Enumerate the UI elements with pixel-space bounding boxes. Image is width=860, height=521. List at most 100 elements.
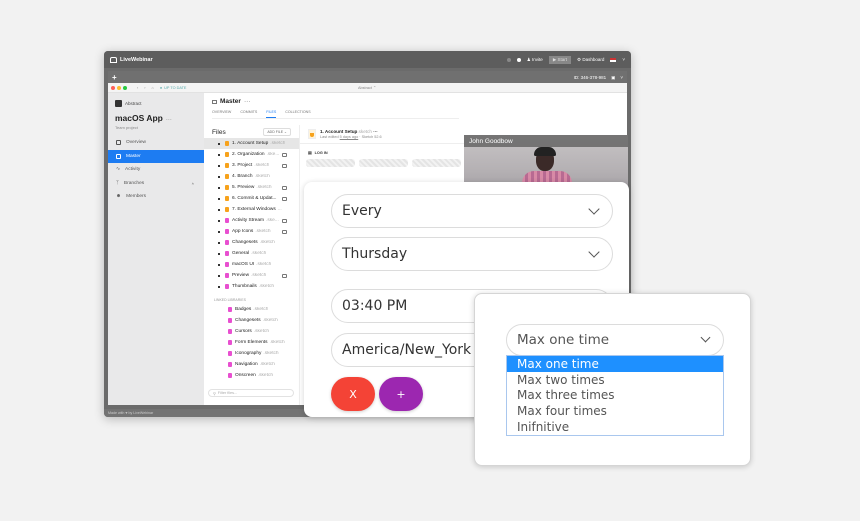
tab-files[interactable]: FILES — [266, 110, 277, 118]
comment-icon[interactable] — [282, 218, 287, 223]
livewebinar-logo: LiveWebinar — [110, 56, 153, 63]
file-list-item[interactable]: Preview .sketch — [204, 270, 299, 281]
forward-icon[interactable]: › — [144, 86, 145, 90]
file-list-item[interactable]: 5. Preview .sketch — [204, 182, 299, 193]
comment-icon[interactable] — [282, 152, 287, 157]
start-button[interactable]: ▶ Start — [548, 55, 572, 64]
file-list-item[interactable]: 7. External Windows... — [204, 204, 299, 215]
file-ext: .sketch — [258, 284, 274, 289]
file-list-item[interactable]: 3. Project .sketch — [204, 160, 299, 171]
file-list-item[interactable]: App Icons .sketch — [204, 226, 299, 237]
comment-icon[interactable] — [282, 273, 287, 278]
expand-icon[interactable] — [218, 142, 220, 145]
linked-library-item[interactable]: Navigation .sketch — [204, 359, 299, 370]
add-schedule-button[interactable]: + — [379, 377, 423, 411]
comment-icon[interactable] — [282, 185, 287, 190]
linked-library-item[interactable]: Form Elements .sketch — [204, 337, 299, 348]
linked-library-item[interactable]: Changesets .sketch — [204, 315, 299, 326]
linked-library-item[interactable]: Cursors .sketch — [204, 326, 299, 337]
file-list-item[interactable]: Changesets .sketch — [204, 237, 299, 248]
comment-icon[interactable] — [282, 163, 287, 168]
file-list-item[interactable]: Thumbnails .sketch — [204, 281, 299, 292]
tab-commits[interactable]: COMMITS — [240, 110, 257, 114]
comment-icon[interactable] — [282, 196, 287, 201]
expand-icon[interactable] — [218, 241, 220, 244]
sketch-file-icon — [228, 307, 232, 312]
close-window-button[interactable] — [111, 85, 115, 90]
expand-icon[interactable] — [218, 164, 220, 167]
minimize-window-button[interactable] — [117, 85, 121, 90]
file-name: Preview — [232, 273, 250, 278]
tab-overview[interactable]: OVERVIEW — [212, 110, 231, 114]
linked-library-item[interactable]: Onscreen .sketch — [204, 370, 299, 381]
expand-icon[interactable] — [218, 186, 220, 189]
frequency-select[interactable]: Max one time — [506, 324, 724, 356]
maximize-window-button[interactable] — [123, 85, 127, 90]
library-name: Form Elements — [235, 340, 268, 345]
tab-collections[interactable]: COLLECTIONS — [285, 110, 310, 114]
artboard-thumbnail[interactable] — [306, 159, 355, 167]
frequency-option[interactable]: Max one time — [507, 356, 723, 372]
recurrence-select[interactable]: Every — [331, 194, 613, 228]
expand-icon[interactable] — [218, 208, 220, 211]
frequency-option[interactable]: Max four times — [507, 403, 723, 419]
day-select[interactable]: Thursday — [331, 237, 613, 271]
file-list-item[interactable]: macOS UI .sketch — [204, 259, 299, 270]
fullscreen-icon[interactable]: ▣ — [611, 75, 615, 81]
linked-library-item[interactable]: Badges .sketch — [204, 304, 299, 315]
invite-button[interactable]: ♟ Invite — [527, 57, 543, 63]
frequency-option[interactable]: Inifnitive — [507, 419, 723, 435]
library-name: Iconography — [235, 351, 262, 356]
expand-icon[interactable] — [218, 274, 220, 277]
branch-more-button[interactable]: ··· — [244, 98, 251, 105]
home-icon[interactable]: ⌂ — [152, 86, 154, 90]
artboard-thumbnail[interactable] — [359, 159, 408, 167]
expand-icon[interactable] — [218, 230, 220, 233]
back-icon[interactable]: ‹ — [137, 86, 138, 90]
file-list-item[interactable]: General .sketch — [204, 248, 299, 259]
file-list-item[interactable]: 4. Branch .sketch — [204, 171, 299, 182]
library-ext: .sketch — [253, 329, 269, 334]
detail-more-button[interactable]: ··· — [373, 129, 378, 134]
filter-files-input[interactable]: ⚲ Filter files... — [208, 389, 294, 397]
expand-icon[interactable] — [218, 153, 220, 156]
expand-icon[interactable] — [218, 197, 220, 200]
window-title[interactable]: Abstract ⌃ — [358, 85, 376, 90]
expand-icon[interactable] — [218, 252, 220, 255]
chevron-up-icon[interactable]: ˄ — [192, 181, 194, 186]
library-ext: .sketch — [257, 373, 273, 378]
sidebar-item-label: Activity — [125, 167, 141, 173]
sidebar-item-overview[interactable]: Overview — [108, 136, 204, 150]
file-list-item[interactable]: 2. Organization .ske... — [204, 149, 299, 160]
frequency-option[interactable]: Max three times — [507, 388, 723, 404]
library-name: Cursors — [235, 329, 252, 334]
add-file-button[interactable]: ADD FILE ⌄ — [263, 128, 291, 136]
file-list-item[interactable]: 1. Account Setup .sketch — [204, 138, 299, 149]
info-icon[interactable] — [516, 57, 521, 62]
last-edited-link[interactable]: 5 days ago — [340, 135, 359, 139]
add-button[interactable]: + — [112, 73, 117, 82]
dashboard-button[interactable]: ⚙ Dashboard — [577, 57, 604, 63]
artboard-thumbnail[interactable] — [412, 159, 461, 167]
file-list-item[interactable]: 6. Commit & Updat... — [204, 193, 299, 204]
expand-icon[interactable] — [218, 219, 220, 222]
sidebar-item-members[interactable]: ☻ Members — [108, 190, 204, 204]
expand-icon[interactable] — [218, 285, 220, 288]
expand-icon[interactable] — [218, 263, 220, 266]
sidebar-item-master[interactable]: Master — [108, 149, 204, 163]
frequency-option[interactable]: Max two times — [507, 372, 723, 388]
collapse-icon[interactable]: ˅ — [620, 75, 623, 80]
project-title: macOS App ··· — [108, 107, 204, 123]
chevron-down-icon[interactable]: ˅ — [622, 57, 625, 62]
sidebar-item-activity[interactable]: ∿ Activity — [108, 163, 204, 177]
file-name: 7. External Windows — [232, 207, 276, 212]
file-name: 4. Branch — [232, 174, 253, 179]
linked-library-item[interactable]: Iconography .sketch — [204, 348, 299, 359]
expand-icon[interactable] — [218, 175, 220, 178]
project-more-button[interactable]: ··· — [166, 117, 172, 123]
language-flag-icon[interactable] — [610, 57, 617, 62]
sidebar-item-branches[interactable]: ᛉ Branches ˄ — [108, 177, 204, 191]
file-list-item[interactable]: Activity Stream .ske... — [204, 215, 299, 226]
cancel-button[interactable]: X — [331, 377, 375, 411]
comment-icon[interactable] — [282, 229, 287, 234]
